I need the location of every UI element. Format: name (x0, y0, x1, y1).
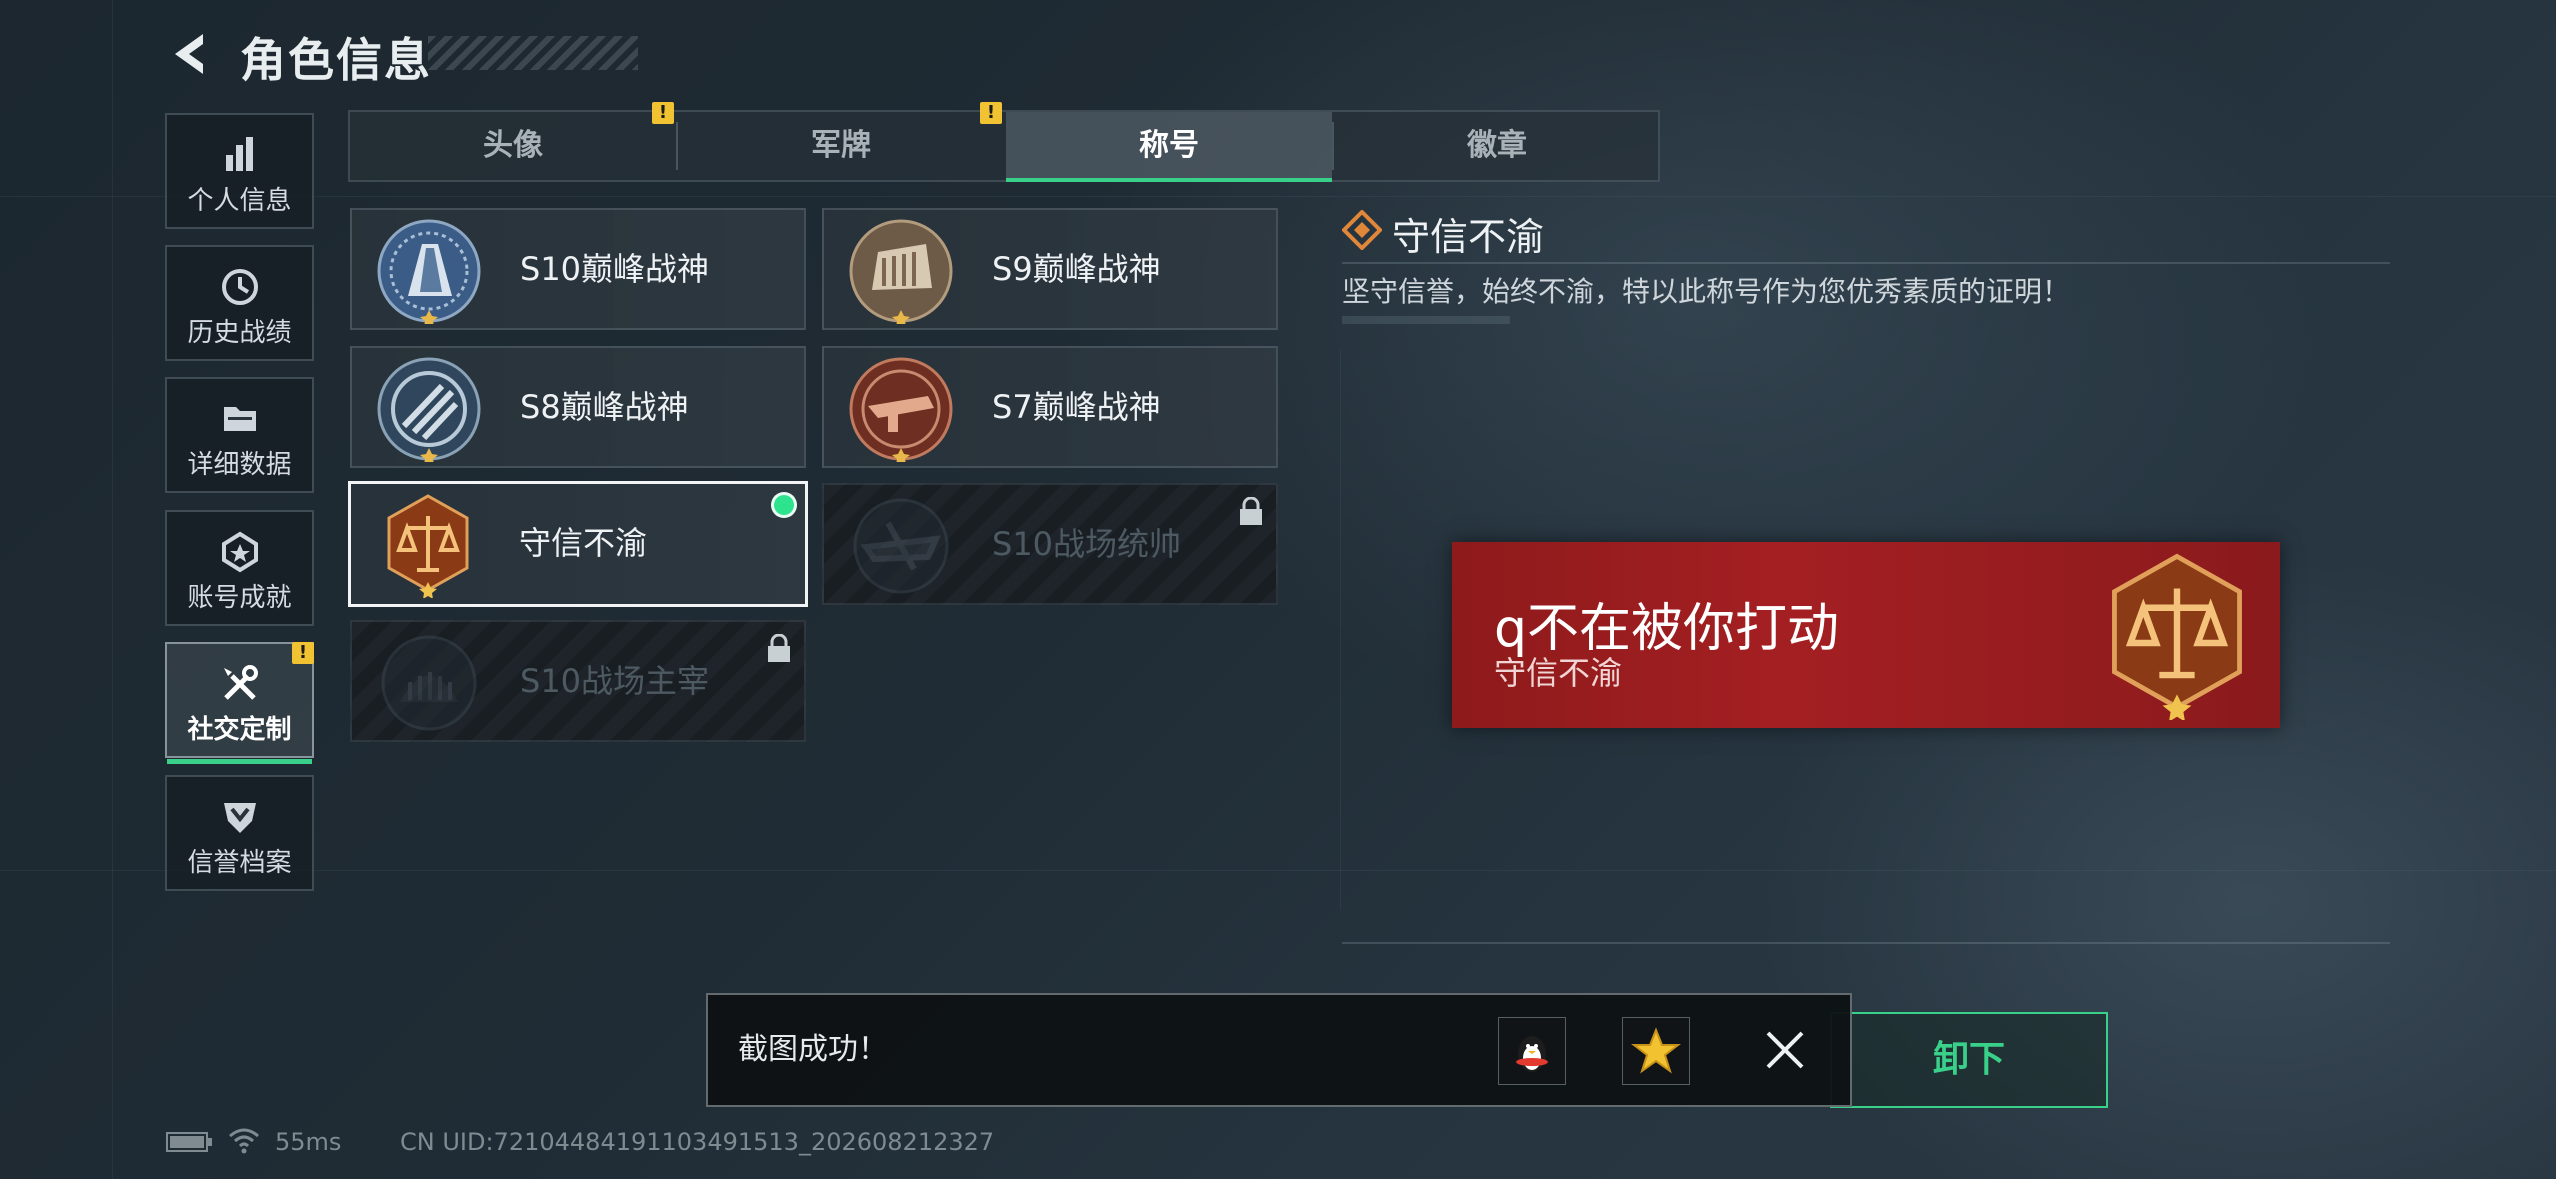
banner-title-name: 守信不渝 (1494, 654, 1623, 692)
s9-peak-emblem-icon (849, 219, 953, 324)
wifi-icon (229, 1128, 259, 1154)
title-decoration (428, 36, 638, 70)
title-card-s9-peak[interactable]: S9巅峰战神 (822, 208, 1278, 330)
folder-icon (223, 407, 256, 431)
title-card-s10-peak[interactable]: S10巅峰战神 (350, 208, 806, 330)
nav-item-credit-record[interactable]: 信誉档案 (165, 775, 314, 891)
title-name: S10战场统帅 (992, 525, 1182, 563)
equipped-indicator (771, 492, 797, 518)
nav-label: 账号成就 (187, 583, 292, 613)
share-qzone-button[interactable] (1622, 1017, 1690, 1085)
diamond-icon (1342, 210, 1382, 250)
title-card-s10-dominator[interactable]: S10战场主宰 (350, 620, 806, 742)
tools-icon (223, 665, 258, 700)
uid-text: CN UID:7210448419110349​1513_20260821232… (400, 1128, 995, 1156)
title-preview-banner: q不在被你打动 守信不渝 (1452, 542, 2280, 728)
nav-label: 社交定制 (187, 715, 292, 745)
unequip-button[interactable]: 卸下 (1830, 1012, 2108, 1108)
title-name: S8巅峰战神 (520, 388, 689, 426)
title-card-trustworthy[interactable]: 守信不渝 (348, 481, 808, 607)
nav-item-detailed-data[interactable]: 详细数据 (165, 377, 314, 493)
title-name: S7巅峰战神 (992, 388, 1161, 426)
battery-icon (166, 1132, 212, 1152)
nav-label: 历史战绩 (187, 318, 292, 348)
lock-icon (768, 634, 790, 662)
alert-badge: ! (652, 102, 674, 124)
alert-badge: ! (292, 642, 314, 664)
detail-description: 坚守信誉，始终不渝，特以此称号作为您优秀素质的证明！ (1342, 275, 2071, 308)
close-icon (1766, 1031, 1804, 1069)
toast-message: 截图成功！ (738, 1032, 888, 1067)
detail-divider (1342, 262, 2390, 264)
star-icon (1631, 1027, 1681, 1074)
nav-item-personal-info[interactable]: 个人信息 (165, 113, 314, 229)
nav-item-achievements[interactable]: 账号成就 (165, 510, 314, 626)
close-toast-button[interactable] (1760, 1025, 1810, 1075)
title-name: S10战场主宰 (520, 662, 710, 700)
detail-title: 守信不渝 (1392, 215, 1545, 259)
bar-chart-icon (225, 137, 253, 171)
title-card-s7-peak[interactable]: S7巅峰战神 (822, 346, 1278, 468)
s8-peak-emblem-icon (377, 357, 481, 462)
scales-emblem-icon (2112, 553, 2242, 720)
nav-label: 信誉档案 (187, 848, 292, 878)
penguin-icon (1516, 1036, 1548, 1072)
s7-peak-emblem-icon (849, 357, 953, 462)
nav-label: 个人信息 (187, 186, 292, 216)
s10-dominator-emblem-icon (381, 635, 477, 731)
title-card-s10-commander[interactable]: S10战场统帅 (822, 483, 1278, 605)
tab-avatar[interactable]: 头像 (350, 112, 676, 180)
tab-title[interactable]: 称号 (1006, 112, 1332, 182)
title-name: 守信不渝 (519, 524, 648, 562)
nav-label: 详细数据 (187, 450, 292, 480)
tab-dog-tag[interactable]: 军牌 (678, 112, 1004, 180)
latency-text: 55ms (275, 1128, 342, 1156)
lock-icon (1240, 497, 1262, 525)
title-card-s8-peak[interactable]: S8巅峰战神 (350, 346, 806, 468)
tab-bar: 头像 军牌 称号 徽章 (348, 110, 1660, 182)
clock-icon (221, 269, 258, 305)
shield-icon (223, 803, 256, 833)
alert-badge: ! (980, 102, 1002, 124)
medal-icon (221, 531, 258, 573)
screenshot-toast: 截图成功！ (706, 993, 1852, 1107)
tab-badge[interactable]: 徽章 (1334, 112, 1660, 180)
page-title: 角色信息 (240, 33, 432, 87)
s10-peak-emblem-icon (377, 219, 481, 324)
nav-item-history[interactable]: 历史战绩 (165, 245, 314, 361)
decoration (1342, 316, 1510, 324)
scales-emblem-icon (387, 494, 469, 598)
s10-commander-emblem-icon (853, 498, 949, 594)
title-name: S10巅峰战神 (520, 250, 710, 288)
chevron-left-icon (175, 34, 203, 74)
share-qq-button[interactable] (1498, 1017, 1566, 1085)
back-button[interactable] (165, 28, 217, 80)
title-name: S9巅峰战神 (992, 250, 1161, 288)
